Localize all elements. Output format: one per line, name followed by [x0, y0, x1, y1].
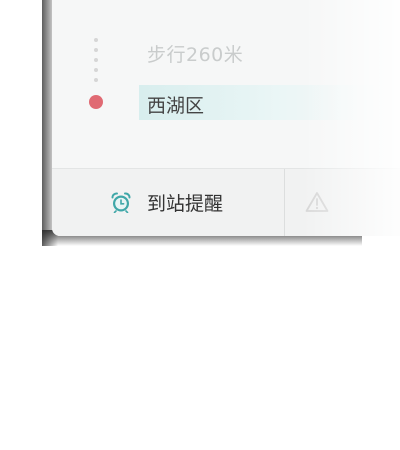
screen: 步行260米 西湖区 到站提醒	[0, 0, 400, 450]
arrival-reminder-button[interactable]: 到站提醒	[52, 169, 284, 236]
stop-name: 西湖区	[147, 95, 205, 117]
timeline-dots	[94, 38, 98, 88]
alarm-clock-icon	[111, 192, 131, 213]
route-card: 步行260米 西湖区 到站提醒	[52, 0, 400, 236]
walk-distance-text: 步行260米	[147, 44, 244, 66]
stop-row[interactable]: 西湖区	[139, 85, 379, 120]
arrival-reminder-label: 到站提醒	[147, 193, 224, 215]
stop-marker-dot	[89, 95, 103, 109]
action-bar: 到站提醒	[52, 169, 400, 236]
warning-icon	[305, 192, 329, 212]
report-button[interactable]	[285, 169, 400, 236]
